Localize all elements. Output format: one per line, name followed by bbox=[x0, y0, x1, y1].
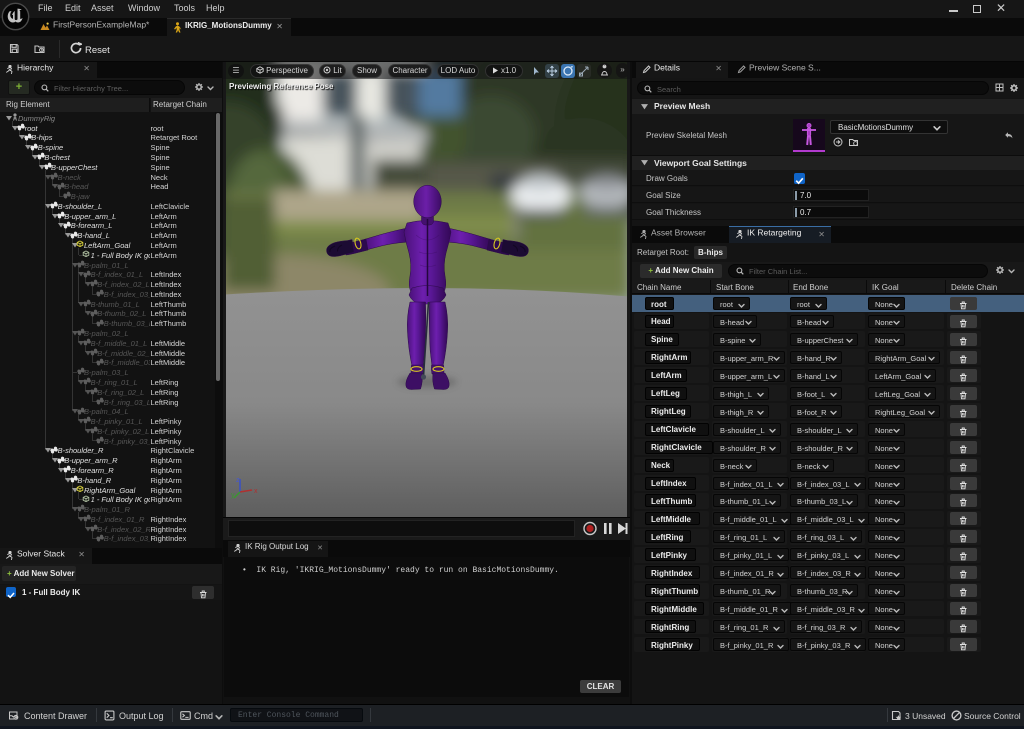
svg-text:z: z bbox=[236, 477, 240, 484]
svg-text:x: x bbox=[254, 488, 258, 495]
svg-text:y: y bbox=[231, 492, 235, 499]
